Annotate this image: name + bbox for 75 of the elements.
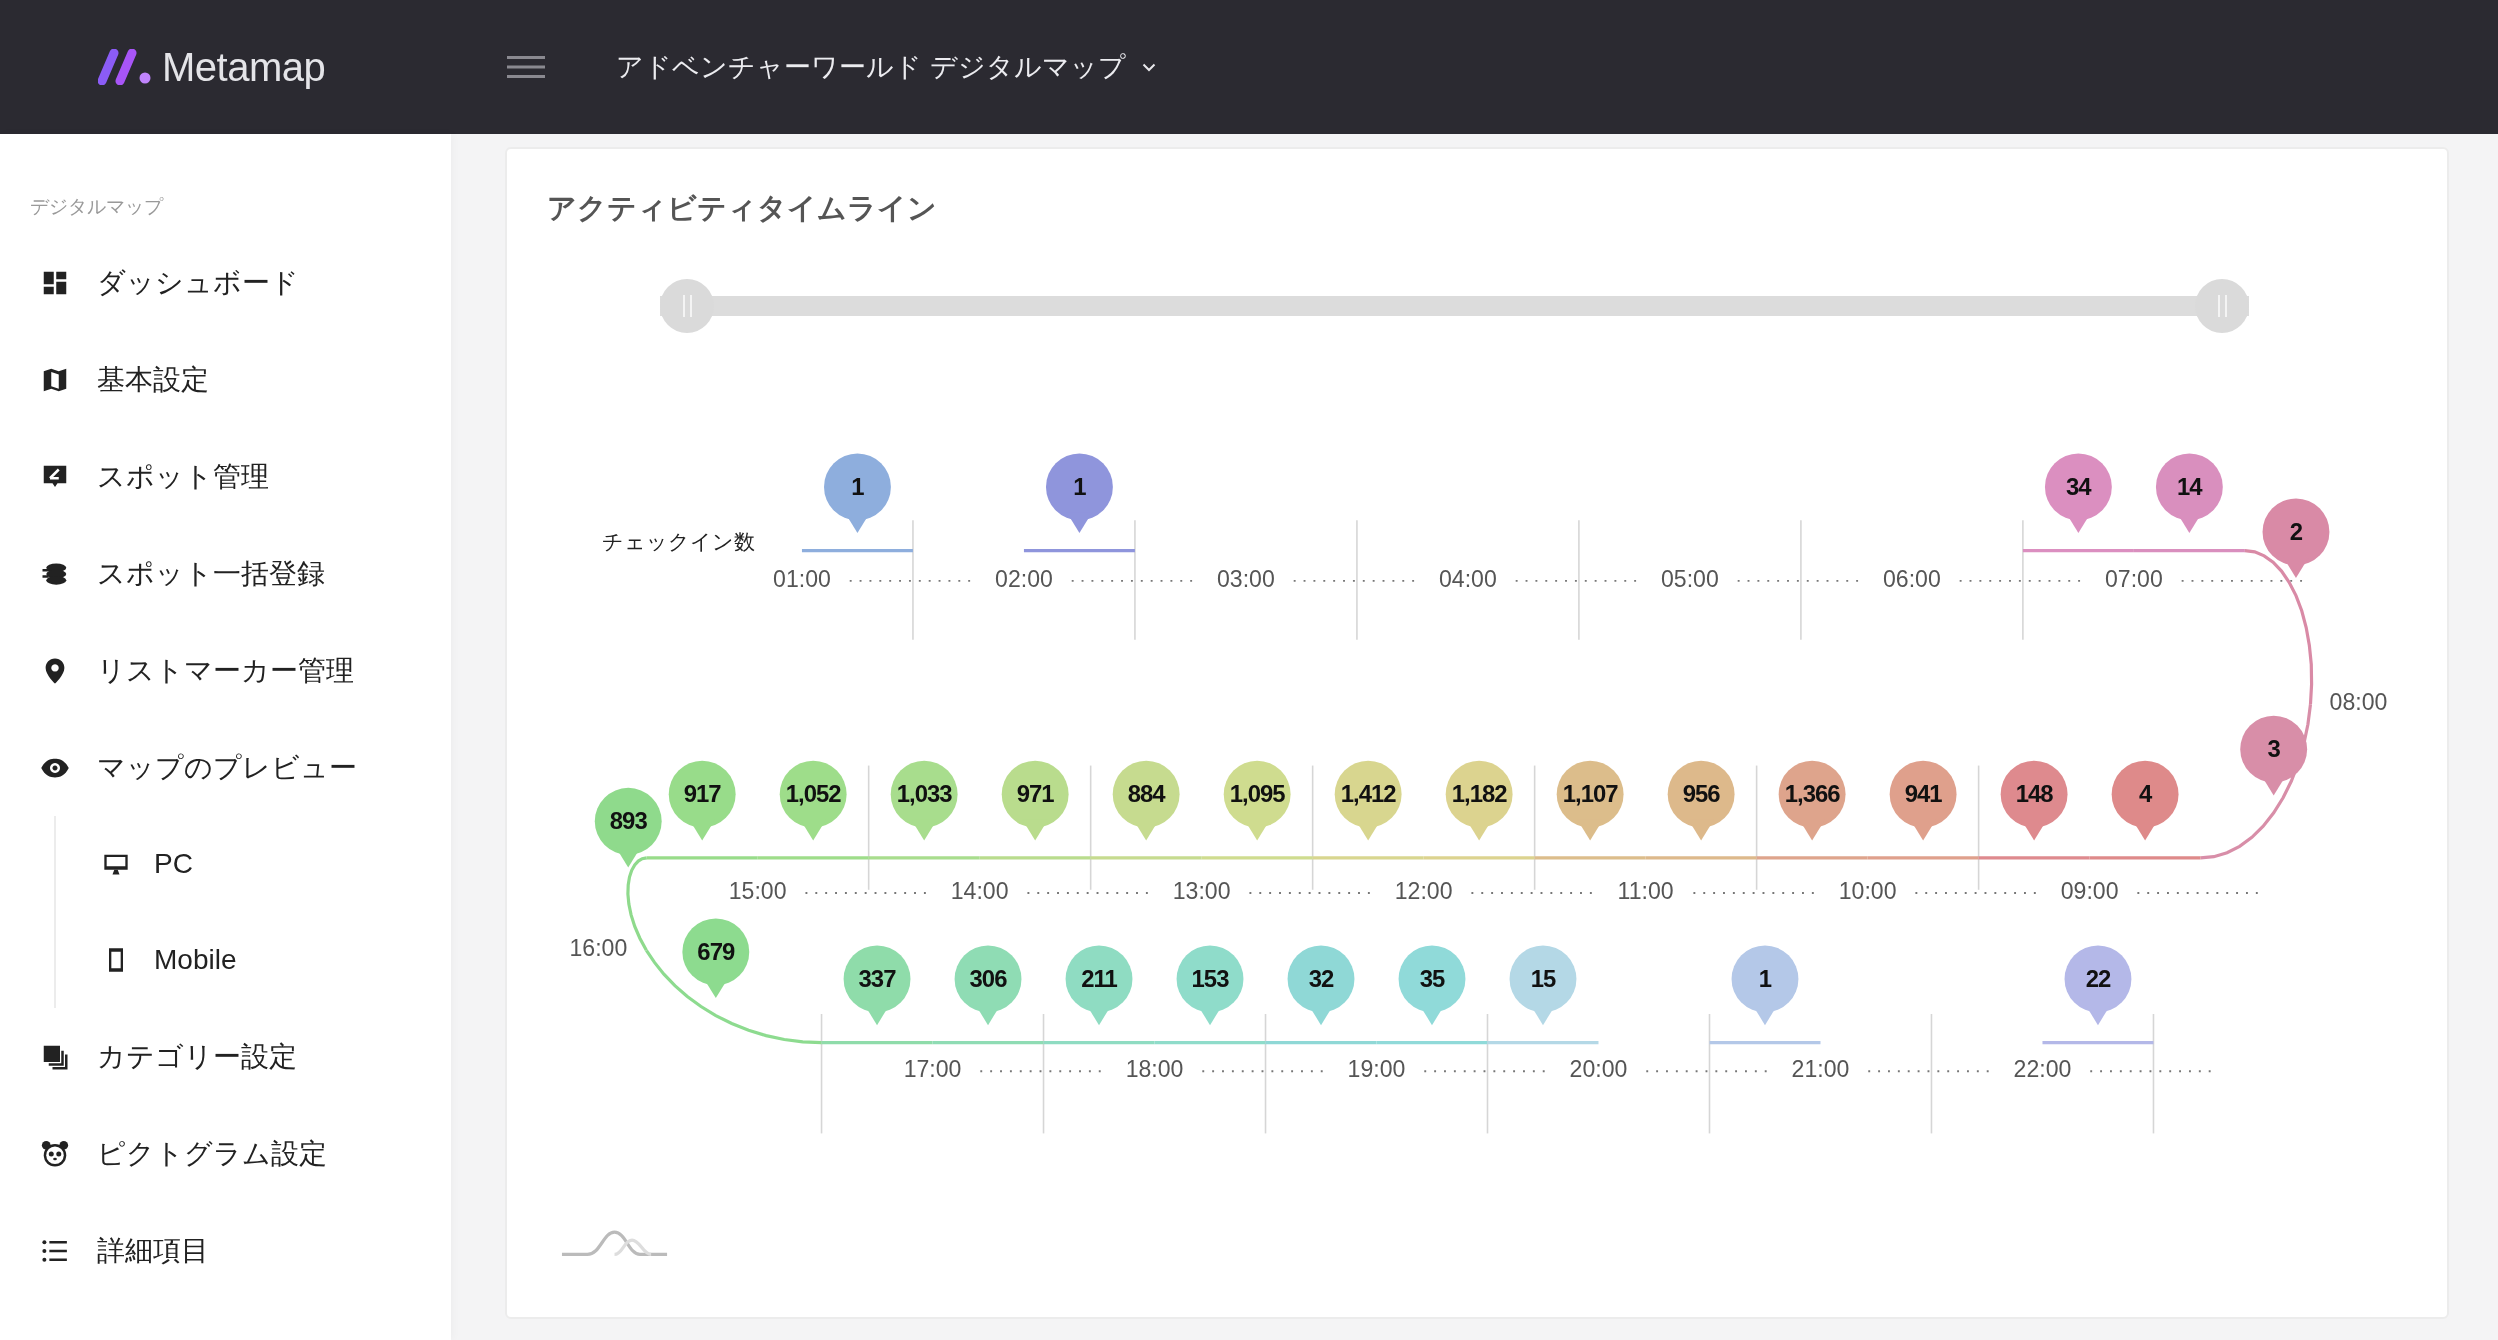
pin-count: 32 [1308, 964, 1334, 992]
hour-label: 02:00 [995, 565, 1053, 592]
pin-count: 211 [1081, 964, 1117, 992]
sidebar-item[interactable]: 詳細項目 [0, 1202, 451, 1299]
hour-label: 08:00 [2329, 689, 2388, 716]
hour-label: 06:00 [1883, 565, 1941, 592]
card-title: アクティビティタイムライン [547, 191, 938, 226]
hour-label: 03:00 [1217, 565, 1275, 592]
pin-count: 941 [1904, 780, 1942, 808]
hour-label: 17:00 [903, 1056, 962, 1083]
hour-label: 20:00 [1569, 1056, 1628, 1083]
pin-count: 1,412 [1340, 780, 1396, 808]
sidebar-subitem[interactable]: Mobile [56, 912, 451, 1008]
hour-label: 01:00 [773, 565, 831, 592]
pin-count: 1,052 [785, 780, 841, 808]
slider-handle[interactable] [2195, 279, 2249, 333]
pin-count: 971 [1016, 780, 1054, 808]
pin-count: 679 [697, 937, 735, 965]
pin-count: 1,182 [1451, 780, 1507, 808]
pin-count: 2 [2289, 517, 2303, 545]
hour-label: 13:00 [1172, 878, 1231, 905]
hour-label: 22:00 [2013, 1056, 2072, 1083]
sidebar-item[interactable]: 基本設定 [0, 331, 451, 428]
hour-label: 11:00 [1617, 878, 1674, 905]
pin-count: 884 [1127, 780, 1165, 808]
pin-count: 956 [1682, 780, 1720, 808]
pin-count: 3 [2267, 735, 2280, 763]
hour-label: 05:00 [1661, 565, 1719, 592]
app-logo-text: Metamap [162, 44, 326, 90]
pin-count: 1,095 [1229, 780, 1285, 808]
pin-count: 1 [1758, 964, 1772, 992]
hour-label: 14:00 [950, 878, 1009, 905]
pin-count: 153 [1191, 964, 1229, 992]
sidebar-item[interactable]: カテゴリー設定 [0, 1008, 451, 1105]
hour-label: 04:00 [1439, 565, 1497, 592]
checkin-count-label: チェックイン数 [601, 530, 755, 553]
hour-label: 18:00 [1125, 1056, 1184, 1083]
pin-count: 1,107 [1562, 780, 1618, 808]
pin-count: 34 [2066, 472, 2091, 500]
pin-count: 306 [969, 964, 1007, 992]
sidebar-subitem[interactable]: PC [56, 816, 451, 912]
pin-count: 917 [683, 780, 721, 808]
pin-count: 1,366 [1784, 780, 1840, 808]
curve-icon[interactable] [561, 1230, 668, 1257]
sidebar-item[interactable]: リストマーカー管理 [0, 622, 451, 719]
project-dropdown[interactable]: アドベンチャーワールド デジタルマップ [616, 49, 1156, 85]
hour-label: 10:00 [1838, 878, 1897, 905]
hour-label: 19:00 [1347, 1056, 1406, 1083]
hour-label: 07:00 [2105, 565, 2163, 592]
chevron-down-icon [1141, 62, 1156, 72]
slider-handle[interactable] [660, 279, 714, 333]
hour-label: 12:00 [1394, 878, 1453, 905]
pin-count: 337 [858, 964, 896, 992]
pin-count: 893 [609, 807, 647, 835]
panda-icon [40, 1138, 70, 1169]
pin-count: 22 [2085, 964, 2111, 992]
section-heading: デジタルマップ [29, 195, 165, 219]
sidebar-item[interactable]: マップのプレビュー [0, 719, 451, 816]
sidebar-item[interactable]: スポット一括登録 [0, 525, 451, 622]
hour-label: 21:00 [1791, 1056, 1850, 1083]
sidebar-item[interactable]: スポット管理 [0, 428, 451, 525]
pin-count: 4 [2138, 780, 2152, 808]
sidebar-item[interactable]: ピクトグラム設定 [0, 1105, 451, 1202]
hour-label: 15:00 [728, 878, 787, 905]
menu-icon[interactable] [507, 54, 545, 80]
pin-count: 1,033 [896, 780, 952, 808]
pin-count: 148 [2015, 780, 2053, 808]
hour-label: 16:00 [569, 935, 628, 962]
pin-count: 1 [1073, 472, 1086, 500]
pin-count: 14 [2177, 472, 2202, 500]
pin-count: 1 [851, 472, 864, 500]
hour-label: 09:00 [2060, 878, 2119, 905]
pin-count: 35 [1419, 964, 1445, 992]
pin-count: 15 [1530, 964, 1556, 992]
sidebar-item[interactable]: ダッシュボード [0, 234, 451, 331]
